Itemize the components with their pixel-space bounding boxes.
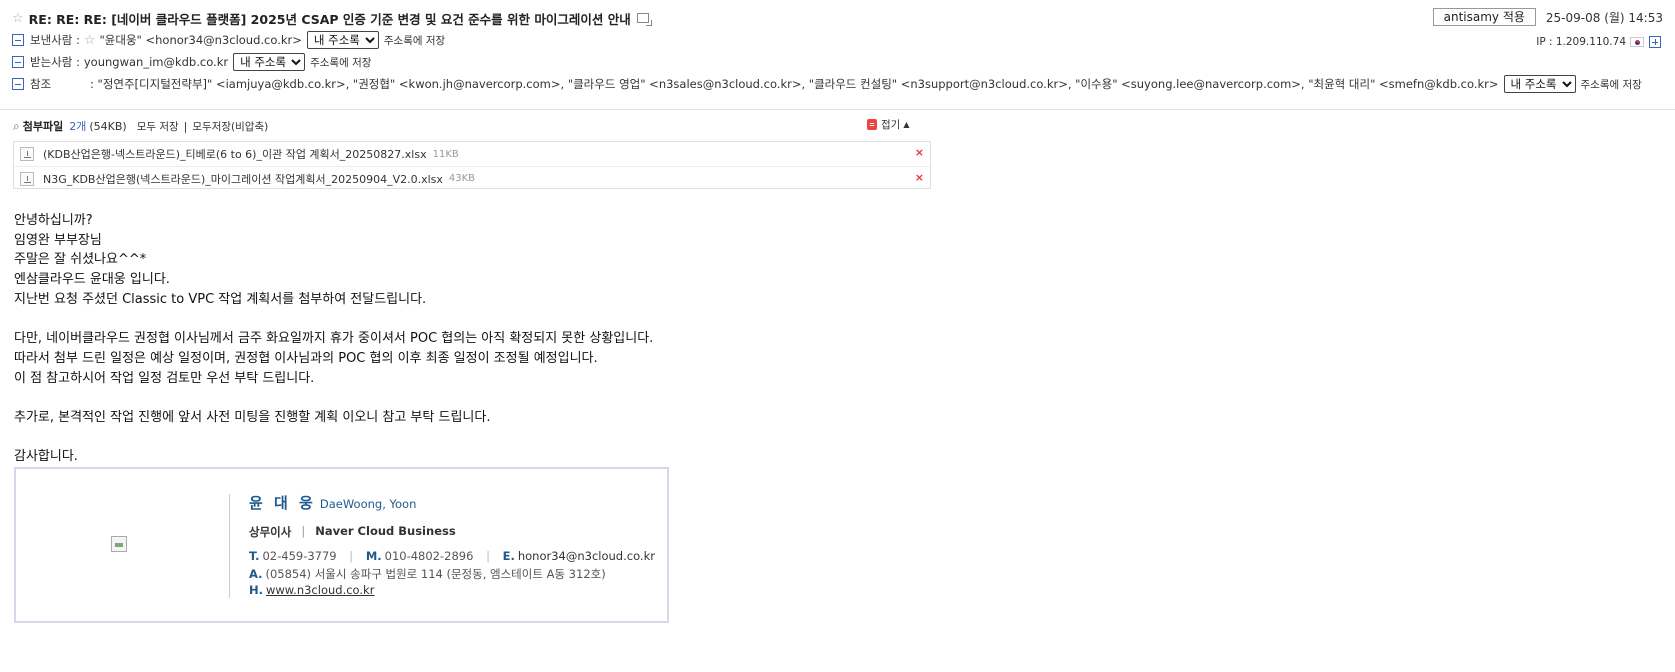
attachment-list: (KDB산업은행-넥스트라운드)_티베로(6 to 6)_이관 작업 계획서_2… [13,141,931,189]
mail-subject: RE: RE: RE: [네이버 클라우드 플랫폼] 2025년 CSAP 인증… [28,11,631,27]
to-address: youngwan_im@kdb.co.kr [83,55,229,69]
attachment-title: 첨부파일 [22,120,64,133]
homepage-line: H. www.n3cloud.co.kr [249,583,374,597]
from-label: 보낸사람 : [30,33,80,47]
address-book-select[interactable]: 내 주소록 [233,53,306,71]
subject-row: ☆ RE: RE: RE: [네이버 클라우드 플랫폼] 2025년 CSAP … [12,9,652,27]
homepage-link[interactable]: www.n3cloud.co.kr [266,583,374,597]
antisamy-button[interactable]: antisamy 적용 [1432,8,1536,26]
header-actions: antisamy 적용 25-09-08 (월) 14:53 [1432,8,1663,26]
body-line: 임영완 부부장님 [14,232,102,248]
signature-divider [229,494,230,598]
cc-row: 참조 : "정연주[디지털전략부]" <iamjuya@kdb.co.kr>, … [12,75,1642,93]
body-line [14,388,653,408]
expand-icon[interactable] [1649,36,1661,48]
paperclip-icon: ⌕ [13,118,20,133]
mail-body: 안녕하십니까? 임영완 부부장님 주말은 잘 쉬셨나요^^* 엔삼클라우드 윤대… [14,211,653,467]
star-icon[interactable]: ☆ [12,11,24,26]
broken-image-icon [111,536,127,552]
body-line: 추가로, 본격적인 작업 진행에 앞서 사전 미팅을 진행할 계획 이오니 참고… [14,409,491,425]
attachment-item[interactable]: N3G_KDB산업은행(넥스트라운드)_마이그레이션 작업계획서_2025090… [14,166,930,190]
korea-flag-icon [1630,37,1644,47]
remove-icon[interactable]: × [915,171,924,184]
to-label: 받는사람 : [30,55,80,69]
sender-ip: IP : 1.209.110.74 [1536,36,1626,48]
signature-role: 상무이사 | Naver Cloud Business [249,524,456,540]
mobile-key: M. [365,549,382,563]
address-book-select[interactable]: 내 주소록 [306,31,379,49]
address-book-select[interactable]: 내 주소록 [1503,75,1576,93]
collapse-icon[interactable] [12,78,24,90]
cc-label: 참조 [30,77,52,91]
fold-label: 접기 [881,119,901,131]
fold-icon [867,119,877,130]
popup-window-icon[interactable] [636,13,652,26]
separator: | [349,549,354,563]
save-to-address-book[interactable]: 주소록에 저장 [384,33,445,48]
from-row: 보낸사람 : ☆ "윤대웅" <honor34@n3cloud.co.kr> 내… [12,31,445,49]
attachment-name[interactable]: N3G_KDB산업은행(넥스트라운드)_마이그레이션 작업계획서_2025090… [43,171,443,187]
attachment-item[interactable]: (KDB산업은행-넥스트라운드)_티베로(6 to 6)_이관 작업 계획서_2… [14,142,930,166]
mobile: 010-4802-2896 [384,549,474,563]
caret-up-icon: ▲ [903,120,910,129]
signature-email[interactable]: honor34@n3cloud.co.kr [518,549,655,563]
name-english: DaeWoong, Yoon [319,497,417,511]
body-line: 따라서 첨부 드린 일정은 예상 일정이며, 권정협 이사님과의 POC 협의 … [14,350,598,366]
body-line: 안녕하십니까? [14,213,93,228]
attachment-name[interactable]: (KDB산업은행-넥스트라운드)_티베로(6 to 6)_이관 작업 계획서_2… [43,146,427,162]
save-all-uncompressed-link[interactable]: 모두저장(비압축) [192,119,268,134]
body-line: 지난번 요청 주셨던 Classic to VPC 작업 계획서를 첨부하여 전… [14,291,427,307]
to-row: 받는사람 : youngwan_im@kdb.co.kr 내 주소록 주소록에 … [12,53,371,71]
save-to-address-book[interactable]: 주소록에 저장 [310,55,371,70]
tel: 02-459-3779 [262,549,337,563]
ip-row: IP : 1.209.110.74 [1536,36,1661,48]
attachment-size: 43KB [448,173,476,184]
attachment-size: 11KB [432,148,459,160]
separator: | [486,549,490,563]
save-all-link[interactable]: 모두 저장 [137,119,179,134]
fold-toggle[interactable]: 접기 ▲ [867,117,909,132]
company-division: Naver Cloud Business [315,524,456,538]
attachment-size: (54KB) [89,119,127,133]
save-to-address-book[interactable]: 주소록에 저장 [1581,77,1642,92]
mail-datetime: 25-09-08 (월) 14:53 [1545,10,1663,25]
tel-key: T. [249,549,260,563]
cc-addresses: : "정연주[디지털전략부]" <iamjuya@kdb.co.kr>, "권정… [90,77,1499,91]
address-line: A. (05854) 서울시 송파구 법원로 114 (문정동, 엠스테이트 A동… [249,566,606,582]
remove-icon[interactable]: × [915,146,924,159]
body-line: 엔삼클라우드 윤대웅 입니다. [14,272,170,288]
attachment-header: ⌕ 첨부파일 2개 (54KB) 모두 저장 | 모두저장(비압축) [13,118,268,134]
from-address: "윤대웅" <honor34@n3cloud.co.kr> [99,33,302,47]
signature-card: 윤 대 웅 DaeWoong, Yoon 상무이사 | Naver Cloud … [14,467,669,623]
address-key: A. [249,567,263,581]
name-korean: 윤 대 웅 [249,494,316,512]
download-icon[interactable] [20,147,34,161]
signature-name: 윤 대 웅 DaeWoong, Yoon [249,492,416,513]
contact-line: T. 02-459-3779 | M. 010-4802-2896 | E. hono… [249,549,655,563]
collapse-icon[interactable] [12,34,24,46]
body-line [14,428,653,448]
body-line [14,309,653,329]
job-title: 상무이사 [249,525,292,539]
separator: | [301,524,306,538]
body-line: 주말은 잘 쉬셨나요^^* [14,252,147,268]
email-key: E. [502,549,515,563]
mail-header: ☆ RE: RE: RE: [네이버 클라우드 플랫폼] 2025년 CSAP … [0,0,1675,110]
body-line: 감사합니다. [14,449,78,465]
body-line: 이 점 참고하시어 작업 일정 검토만 우선 부탁 드립니다. [14,370,315,386]
body-line: 다만, 네이버클라우드 권정협 이사님께서 금주 화요일까지 휴가 중이셔서 P… [14,331,654,347]
star-icon[interactable]: ☆ [84,33,96,48]
separator: | [183,119,188,133]
address: (05854) 서울시 송파구 법원로 114 (문정동, 엠스테이트 A동 3… [265,567,606,581]
attachment-count[interactable]: 2개 [69,118,86,134]
download-icon[interactable] [20,171,34,186]
collapse-icon[interactable] [12,56,24,68]
homepage-key: H. [249,583,263,597]
